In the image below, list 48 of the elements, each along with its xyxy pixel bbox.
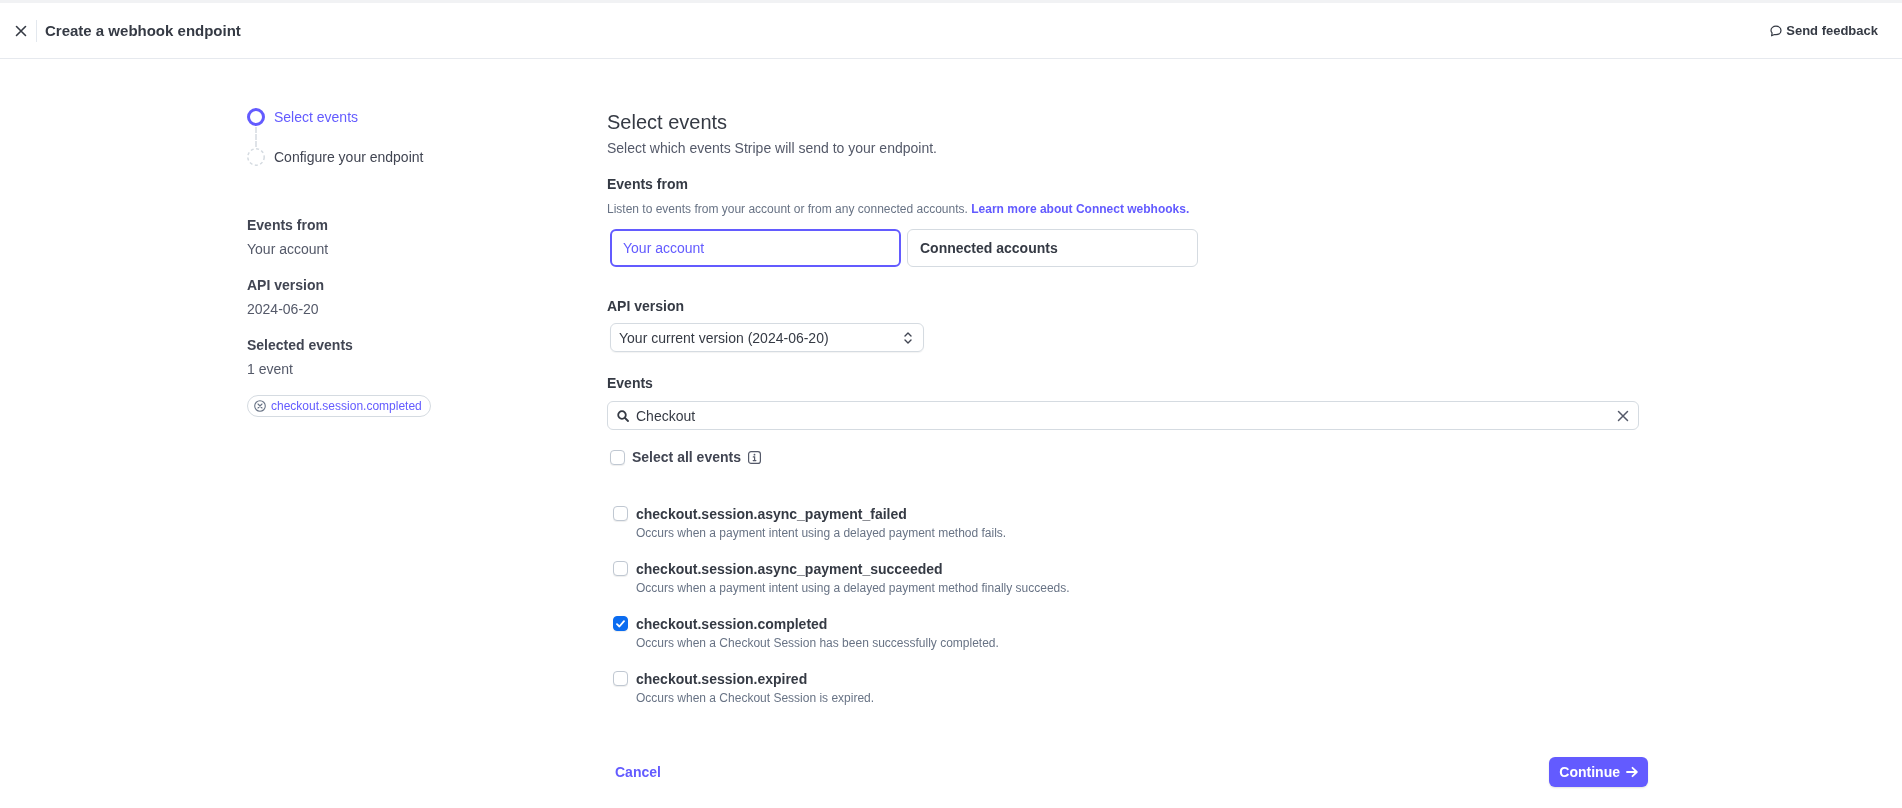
cancel-button[interactable]: Cancel — [607, 757, 669, 787]
field-label: Events — [607, 374, 654, 393]
summary-value: 2024-06-20 — [247, 300, 320, 319]
field-label: Events from — [607, 175, 689, 194]
continue-button[interactable]: Continue — [1549, 757, 1648, 787]
select-all-label: Select all events — [632, 448, 741, 467]
search-field[interactable]: Checkout — [607, 401, 1639, 430]
field-label: API version — [607, 297, 686, 316]
account-option[interactable]: Your account — [610, 229, 901, 267]
checkbox[interactable] — [613, 561, 628, 576]
event-name: checkout.session.async_payment_failed — [636, 505, 908, 524]
summary-value: Your account — [247, 240, 330, 259]
event-name: checkout.session.completed — [636, 615, 829, 634]
step-connector — [255, 127, 257, 147]
summary-label: Selected events — [247, 336, 354, 355]
summary-label: Events from — [247, 216, 329, 235]
page-title: Create a webhook endpoint — [45, 20, 241, 41]
version-select[interactable]: Your current version (2024-06-20) — [610, 323, 924, 352]
clear-icon[interactable] — [1617, 409, 1629, 422]
event-name: checkout.session.expired — [636, 670, 809, 689]
step-label: Select events — [274, 108, 359, 127]
search-icon — [617, 409, 629, 422]
hint-text: Listen to events from your account or from any connected accounts. Learn more about Connect webhooks. — [607, 201, 1191, 218]
section-subtitle: Select which events Stripe will send to your endpoint. — [607, 139, 938, 158]
event-description: Occurs when a Checkout Session is expired. — [636, 690, 875, 707]
close-icon — [15, 24, 27, 37]
checkmark-icon — [616, 619, 625, 628]
arrow-right-icon — [1626, 766, 1638, 778]
summary-label: API version — [247, 276, 326, 295]
checkbox[interactable] — [613, 616, 628, 631]
send-feedback-button[interactable]: Send feedback — [1770, 23, 1878, 38]
checkbox[interactable] — [613, 506, 628, 521]
event-description: Occurs when a payment intent using a delayed payment method finally succeeds. — [636, 580, 1070, 597]
remove-circle-icon[interactable] — [254, 400, 266, 412]
event-description: Occurs when a payment intent using a delayed payment method fails. — [636, 525, 1007, 542]
speech-bubble-icon — [1770, 24, 1783, 37]
checkbox[interactable] — [610, 449, 625, 465]
event-chip[interactable]: checkout.session.completed — [247, 395, 431, 417]
account-option[interactable]: Connected accounts — [907, 229, 1198, 267]
section-title: Select events — [607, 110, 729, 135]
info-icon[interactable] — [747, 450, 761, 464]
summary-value: 1 event — [247, 360, 294, 379]
step-label: Configure your endpoint — [274, 148, 424, 167]
checkbox[interactable] — [613, 671, 628, 686]
event-name: checkout.session.async_payment_succeeded — [636, 560, 944, 579]
chevron-up-down-icon — [903, 330, 913, 345]
learn-more-link[interactable]: Learn more about Connect webhooks. — [971, 202, 1190, 216]
event-description: Occurs when a Checkout Session has been successfully completed. — [636, 635, 999, 652]
